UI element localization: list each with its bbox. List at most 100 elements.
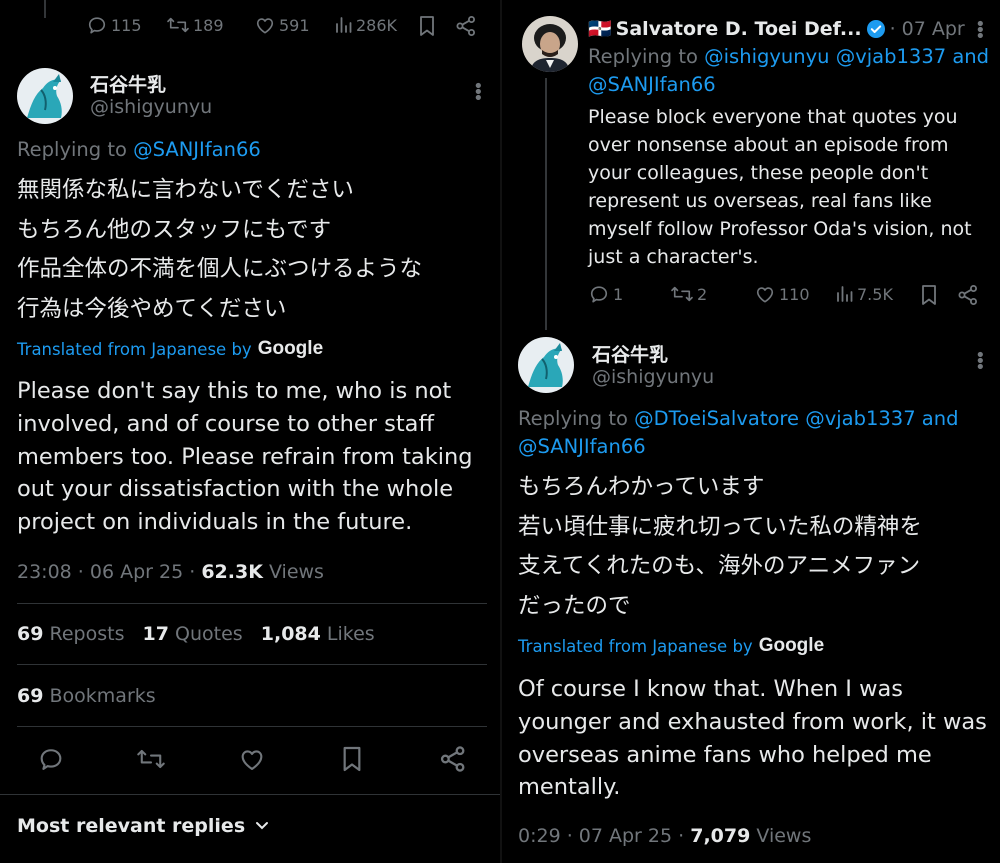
- reply-icon: [37, 746, 65, 772]
- timestamp-text[interactable]: 23:08 · 06 Apr 25 ·: [17, 561, 195, 583]
- thread-line: [44, 0, 46, 18]
- replying-to-link[interactable]: @SANJIfan66: [518, 433, 959, 461]
- bookmark-button[interactable]: [418, 15, 436, 37]
- bookmark-icon: [920, 284, 938, 306]
- repost-icon: [136, 746, 166, 772]
- like-icon: [254, 15, 276, 35]
- share-icon: [957, 284, 979, 306]
- replying-to: Replying to @SANJIfan66: [17, 136, 261, 164]
- reposts-label: Reposts: [49, 623, 125, 645]
- reply-share-button[interactable]: [957, 284, 979, 306]
- replies-sort-label: Most relevant replies: [17, 815, 246, 837]
- jp-line: 若い頃仕事に疲れ切っていた私の精神を: [518, 513, 922, 540]
- reply-bookmark-button[interactable]: [920, 284, 938, 306]
- replying-prefix: Replying to: [17, 138, 127, 161]
- translated-label: Translated from Japanese by: [17, 339, 252, 359]
- replying-to-link[interactable]: @ishigyunyu @vjab1337 and: [704, 45, 989, 68]
- repost-action-button[interactable]: [136, 746, 166, 772]
- reply-icon: [86, 15, 108, 35]
- tweet-translation: Please don't say this to me, who is not …: [17, 378, 473, 536]
- replying-to-link[interactable]: @DToeiSalvatore @vjab1337 and: [634, 407, 958, 430]
- jp-line: もちろんわかっています: [518, 474, 765, 500]
- jp-line: 支えてくれたのも、海外のアニメファン: [518, 553, 921, 579]
- author-handle[interactable]: @ishigyunyu: [592, 366, 714, 388]
- author-name[interactable]: 石谷牛乳: [592, 340, 668, 367]
- flag-emoji: 🇩🇴: [588, 18, 612, 40]
- jp-line: だったので: [518, 592, 631, 619]
- reply-replying-to: Replying to @ishigyunyu @vjab1337 and @S…: [588, 43, 989, 99]
- reply-like-button[interactable]: 110: [754, 284, 810, 304]
- more-icon[interactable]: • • •: [975, 16, 986, 46]
- reply-reply-button[interactable]: 1: [588, 284, 623, 304]
- bookmarks-stat[interactable]: 69 Bookmarks: [17, 685, 156, 707]
- engagement-counts: 69 Reposts 17 Quotes 1,084 Likes: [17, 623, 375, 645]
- jp-line: もちろん他のスタッフにもです: [17, 216, 332, 243]
- replying-prefix: Replying to: [518, 407, 628, 430]
- quotes-label: Quotes: [175, 623, 243, 645]
- bookmark-icon: [418, 15, 436, 37]
- author-avatar[interactable]: [518, 337, 574, 393]
- views-total: 7,079: [690, 825, 751, 847]
- bookmark-action-button[interactable]: [341, 745, 363, 773]
- reply-views-button[interactable]: 7.5K: [836, 284, 893, 304]
- reply-author-avatar[interactable]: [522, 16, 578, 72]
- views-button[interactable]: 286K: [335, 15, 397, 35]
- share-icon: [455, 15, 477, 37]
- views-label: Views: [268, 561, 324, 583]
- quotes-stat[interactable]: 17 Quotes: [143, 623, 243, 645]
- author-handle[interactable]: @ishigyunyu: [90, 96, 212, 118]
- replying-to-link[interactable]: @SANJIfan66: [588, 71, 989, 99]
- share-button[interactable]: [455, 15, 477, 37]
- more-icon[interactable]: • • •: [473, 78, 484, 108]
- divider: [17, 603, 487, 604]
- reply-action-button[interactable]: [37, 746, 65, 772]
- more-icon[interactable]: • • •: [975, 347, 986, 377]
- reply-author-name[interactable]: Salvatore D. Toei Def...: [616, 18, 862, 40]
- reply-icon: [588, 284, 610, 304]
- verified-icon: [866, 19, 886, 39]
- reply-button[interactable]: 115: [86, 15, 142, 35]
- reposts-stat[interactable]: 69 Reposts: [17, 623, 124, 645]
- tweet-text-japanese: もちろんわかっています 若い頃仕事に疲れ切っていた私の精神を 支えてくれたのも、…: [518, 468, 922, 626]
- share-action-button[interactable]: [439, 745, 467, 773]
- like-action-button[interactable]: [238, 746, 266, 772]
- like-icon: [238, 746, 266, 772]
- author-avatar[interactable]: [17, 68, 73, 124]
- share-icon: [439, 745, 467, 773]
- views-label: Views: [756, 825, 812, 847]
- thread-line: [545, 78, 547, 330]
- replies-sort-dropdown[interactable]: Most relevant replies: [17, 815, 269, 837]
- translation-attribution[interactable]: Translated from Japanese by Google: [17, 338, 323, 360]
- reply-repost-button[interactable]: 2: [670, 284, 707, 304]
- tweet-timestamp: 0:29 · 07 Apr 25 · 7,079 Views: [518, 825, 811, 847]
- chevron-down-icon: [255, 821, 269, 831]
- divider: [0, 794, 500, 795]
- bookmarks-total: 69: [17, 685, 44, 707]
- bookmarks-label: Bookmarks: [49, 685, 156, 707]
- repost-count: 189: [193, 15, 224, 35]
- replying-to: Replying to @DToeiSalvatore @vjab1337 an…: [518, 405, 959, 461]
- tweet-text-japanese: 無関係な私に言わないでください もちろん他のスタッフにもです 作品全体の不満を個…: [17, 171, 422, 329]
- tweet-translation: Of course I know that. When I was younge…: [518, 676, 987, 801]
- reply-count: 1: [613, 284, 624, 304]
- timestamp-text[interactable]: 0:29 · 07 Apr 25 ·: [518, 825, 684, 847]
- like-button[interactable]: 591: [254, 15, 310, 35]
- views-icon: [836, 284, 854, 304]
- like-count: 110: [779, 284, 810, 304]
- translation-attribution[interactable]: Translated from Japanese by Google: [518, 635, 824, 657]
- reply-text: Please block everyone that quotes you ov…: [588, 106, 972, 268]
- likes-label: Likes: [326, 623, 375, 645]
- divider: [17, 664, 487, 665]
- left-screenshot-panel: 115 189 591 286K 石谷牛乳 @ishigyunyu • • • Re…: [0, 0, 500, 863]
- likes-stat[interactable]: 1,084 Likes: [261, 623, 375, 645]
- like-icon: [754, 284, 776, 304]
- jp-line: 行為は今後やめてください: [17, 295, 287, 322]
- replying-to-link[interactable]: @SANJIfan66: [133, 138, 261, 161]
- reply-date[interactable]: · 07 Apr: [890, 18, 965, 40]
- repost-icon: [670, 284, 694, 304]
- translated-label: Translated from Japanese by: [518, 636, 753, 656]
- likes-total: 1,084: [260, 623, 321, 645]
- reply-author-row: 🇩🇴 Salvatore D. Toei Def... · 07 Apr: [588, 17, 965, 41]
- repost-button[interactable]: 189: [166, 15, 224, 35]
- author-name[interactable]: 石谷牛乳: [90, 70, 166, 97]
